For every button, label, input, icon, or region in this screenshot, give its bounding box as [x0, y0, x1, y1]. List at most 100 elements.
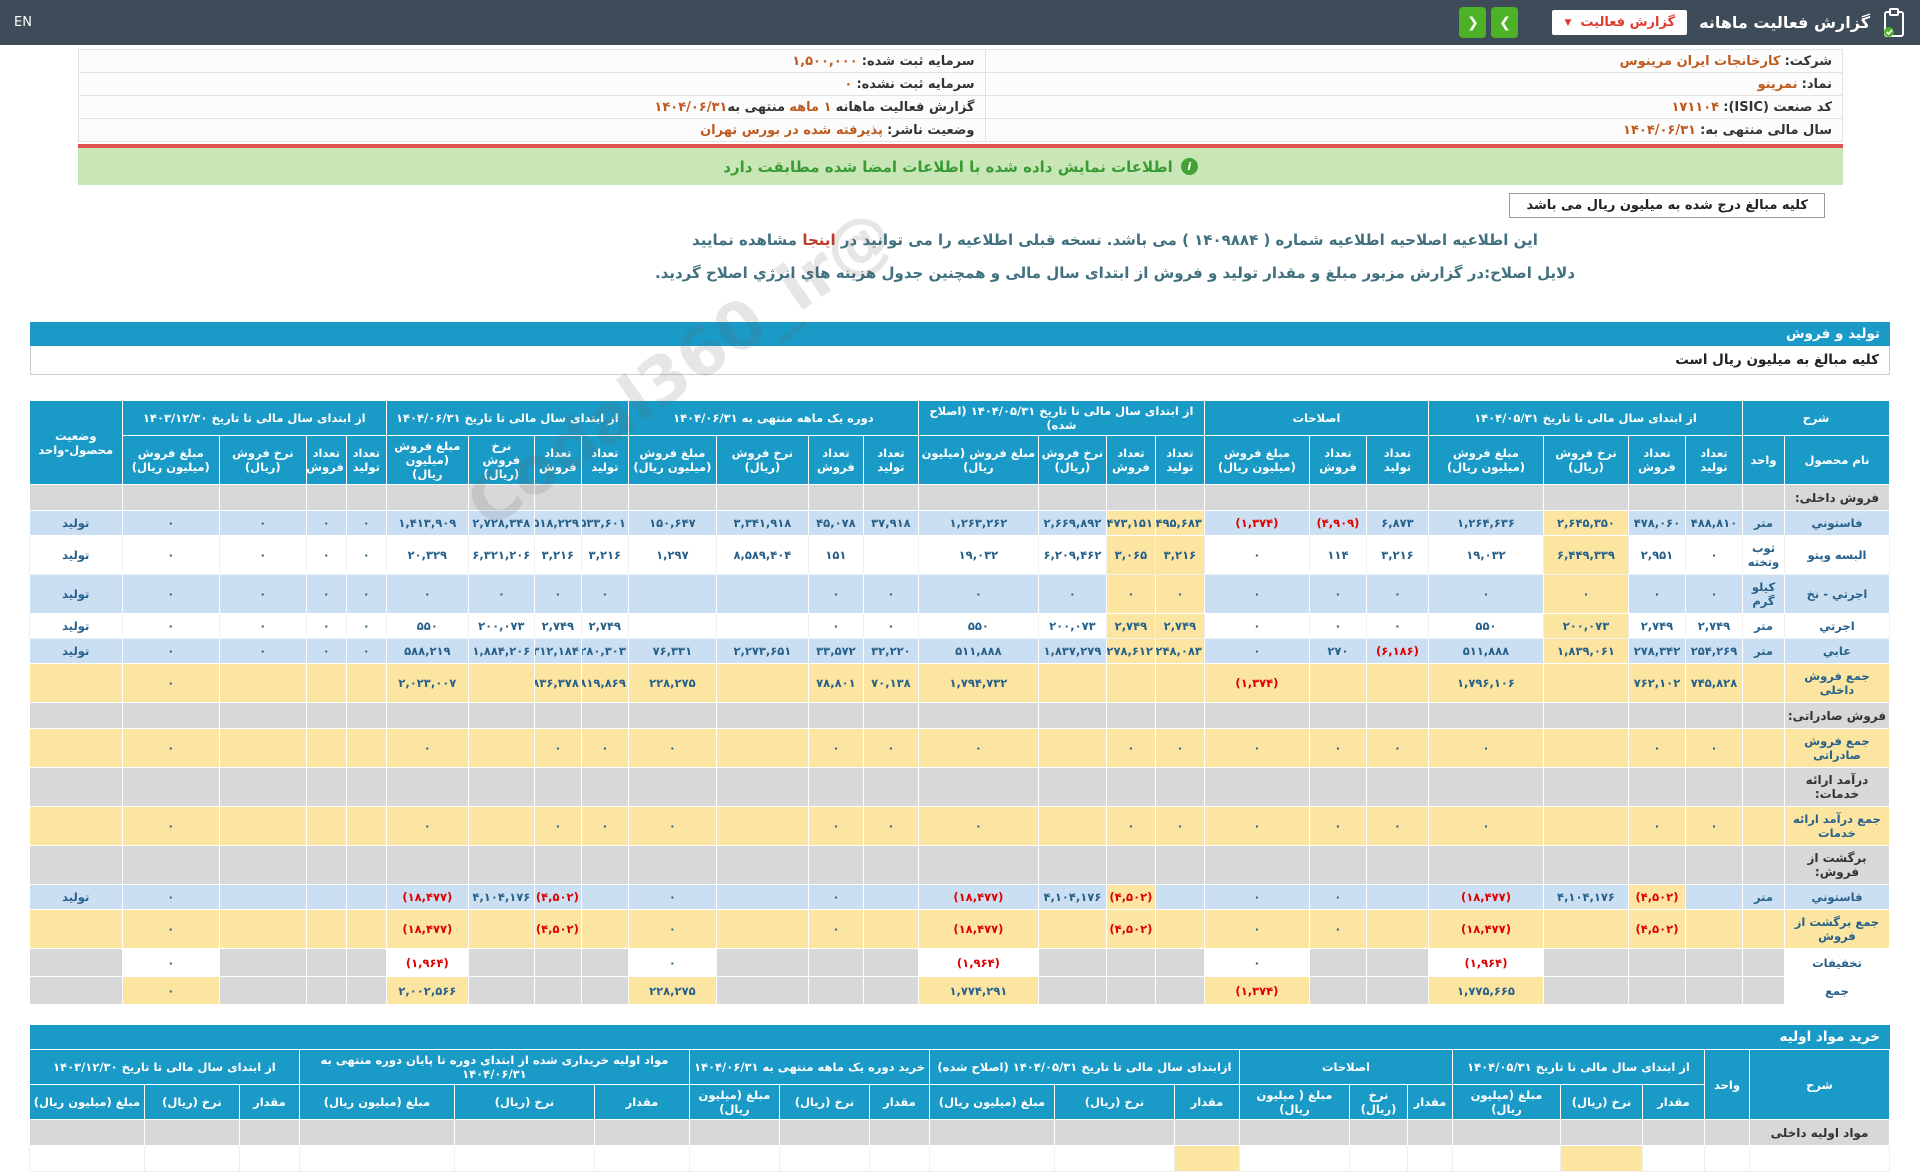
column-group-header: از ابتدای سال مالی تا تاریخ ۱۴۰۴/۰۵/۳۱	[1452, 1050, 1704, 1085]
value-cell: ۲۲۸,۲۷۵	[628, 977, 716, 1005]
status-cell: تولید	[29, 511, 122, 536]
value-cell: ۰	[122, 664, 219, 703]
value-cell: (۱,۹۶۴)	[386, 949, 468, 977]
empty-cell	[1106, 703, 1155, 729]
info-cell: گزارش فعالیت ماهانه ۱ ماهه منتهی به۱۴۰۴/…	[79, 96, 986, 119]
value-cell	[219, 949, 306, 977]
value-cell	[1038, 807, 1106, 846]
empty-cell	[1742, 768, 1784, 807]
value-cell: ۰	[1204, 807, 1309, 846]
column-header: مقدار	[594, 1085, 689, 1120]
amendment-line1-post: مشاهده نمایید	[692, 231, 802, 249]
value-cell: ۷۶۲,۱۰۲	[1628, 664, 1685, 703]
value-cell: ۰	[122, 807, 219, 846]
value-cell	[1038, 729, 1106, 768]
empty-cell	[628, 485, 716, 511]
value-cell	[1309, 664, 1366, 703]
value-cell: (۱۸,۴۷۷)	[918, 910, 1038, 949]
value-cell: ۰	[1309, 910, 1366, 949]
main-thead: شرحاز ابتدای سال مالی تا تاریخ ۱۴۰۴/۰۵/۳…	[29, 401, 1889, 485]
value-cell: ۵۱۱,۸۸۸	[918, 639, 1038, 664]
value-cell: ۸,۵۸۹,۴۰۴	[716, 536, 808, 575]
value-cell: ۲,۷۴۹	[581, 614, 628, 639]
column-group-header: از ابتدای سال مالی تا تاریخ ۱۴۰۳/۱۲/۳۰	[122, 401, 386, 436]
value-cell: ۱۹,۰۳۲	[918, 536, 1038, 575]
value-cell	[1155, 949, 1204, 977]
value-cell: (۴,۹۰۹)	[1309, 511, 1366, 536]
empty-cell	[1038, 485, 1106, 511]
language-en-link[interactable]: EN	[14, 15, 32, 30]
value-cell	[1106, 977, 1155, 1005]
empty-cell	[346, 703, 386, 729]
value-cell: (۴,۵۰۲)	[1106, 885, 1155, 910]
table-row	[29, 1146, 1889, 1172]
value-cell: ۰	[1628, 575, 1685, 614]
value-cell	[1366, 949, 1428, 977]
value-cell	[689, 1146, 779, 1172]
table-row: جمع فروش صادراتی۰۰۰۰۰۰۰۰۰۰۰۰۰۰۰۰	[29, 729, 1889, 768]
value-cell	[468, 977, 534, 1005]
empty-cell	[346, 846, 386, 885]
nav-next-button[interactable]: ❯	[1491, 7, 1518, 38]
empty-cell	[386, 485, 468, 511]
status-cell	[29, 729, 122, 768]
column-header: نرخ فروش (ریال)	[219, 436, 306, 485]
value-cell: ۰	[918, 807, 1038, 846]
column-group-header: واحد	[1705, 1050, 1750, 1120]
value-cell: ۰	[1204, 910, 1309, 949]
value-cell: ۰	[1366, 614, 1428, 639]
value-cell: ۱,۷۷۵,۶۶۵	[1428, 977, 1543, 1005]
value-cell	[1543, 910, 1628, 949]
value-cell: ۴,۱۰۴,۱۷۶	[1038, 885, 1106, 910]
value-cell: ۰	[1309, 807, 1366, 846]
value-cell: ۶,۲۰۹,۴۶۲	[1038, 536, 1106, 575]
empty-cell	[1685, 846, 1742, 885]
value-cell: ۱,۷۷۴,۲۹۱	[918, 977, 1038, 1005]
value-cell	[1685, 949, 1742, 977]
value-cell: ۰	[306, 511, 346, 536]
value-cell: ۰	[219, 536, 306, 575]
value-cell: ۰	[122, 575, 219, 614]
empty-cell	[306, 846, 346, 885]
section-label-cell: فروش صادراتی:	[1785, 703, 1890, 729]
empty-cell	[716, 485, 808, 511]
value-cell	[716, 977, 808, 1005]
value-cell	[863, 885, 918, 910]
production-sales-section-bar: تولید و فروش	[30, 322, 1890, 346]
empty-cell	[219, 768, 306, 807]
product-name-cell: جمع	[1785, 977, 1890, 1005]
empty-cell	[581, 703, 628, 729]
column-header: مبلغ فروش (میلیون ریال)	[628, 436, 716, 485]
value-cell: ۰	[122, 614, 219, 639]
empty-cell	[918, 703, 1038, 729]
value-cell	[1366, 977, 1428, 1005]
value-cell	[1407, 1146, 1452, 1172]
company-info-row: سال مالی منتهی به: ۱۴۰۴/۰۶/۳۱وضعیت ناشر:…	[79, 119, 1843, 142]
column-header: مبلغ فروش (میلیون ریال)	[386, 436, 468, 485]
value-cell: ۲,۷۲۸,۳۴۸	[468, 511, 534, 536]
value-cell: ۰	[1106, 729, 1155, 768]
value-cell	[929, 1146, 1054, 1172]
value-cell: ۲,۷۴۹	[1155, 614, 1204, 639]
unit-cell	[1705, 1146, 1750, 1172]
value-cell: ۰	[1204, 536, 1309, 575]
empty-cell	[581, 846, 628, 885]
table-row: فروش صادراتی:	[29, 703, 1889, 729]
value-cell	[468, 729, 534, 768]
value-cell: ۱,۴۱۳,۹۰۹	[386, 511, 468, 536]
value-cell: ۳,۲۱۶	[1366, 536, 1428, 575]
nav-prev-button[interactable]: ❮	[1459, 7, 1486, 38]
value-cell: (۱,۹۶۴)	[1428, 949, 1543, 977]
value-cell	[1174, 1146, 1239, 1172]
value-cell: ۲,۰۲۳,۰۰۷	[386, 664, 468, 703]
previous-version-link[interactable]: اینجا	[802, 231, 835, 249]
value-cell: (۶,۱۸۶)	[1366, 639, 1428, 664]
value-cell: ۰	[1155, 575, 1204, 614]
empty-cell	[1309, 485, 1366, 511]
value-cell: ۰	[219, 511, 306, 536]
column-header: تعداد فروش	[808, 436, 863, 485]
value-cell	[299, 1146, 454, 1172]
report-type-dropdown[interactable]: گزارش فعالیت ▼	[1552, 10, 1687, 35]
value-cell	[1155, 910, 1204, 949]
empty-cell	[1628, 846, 1685, 885]
